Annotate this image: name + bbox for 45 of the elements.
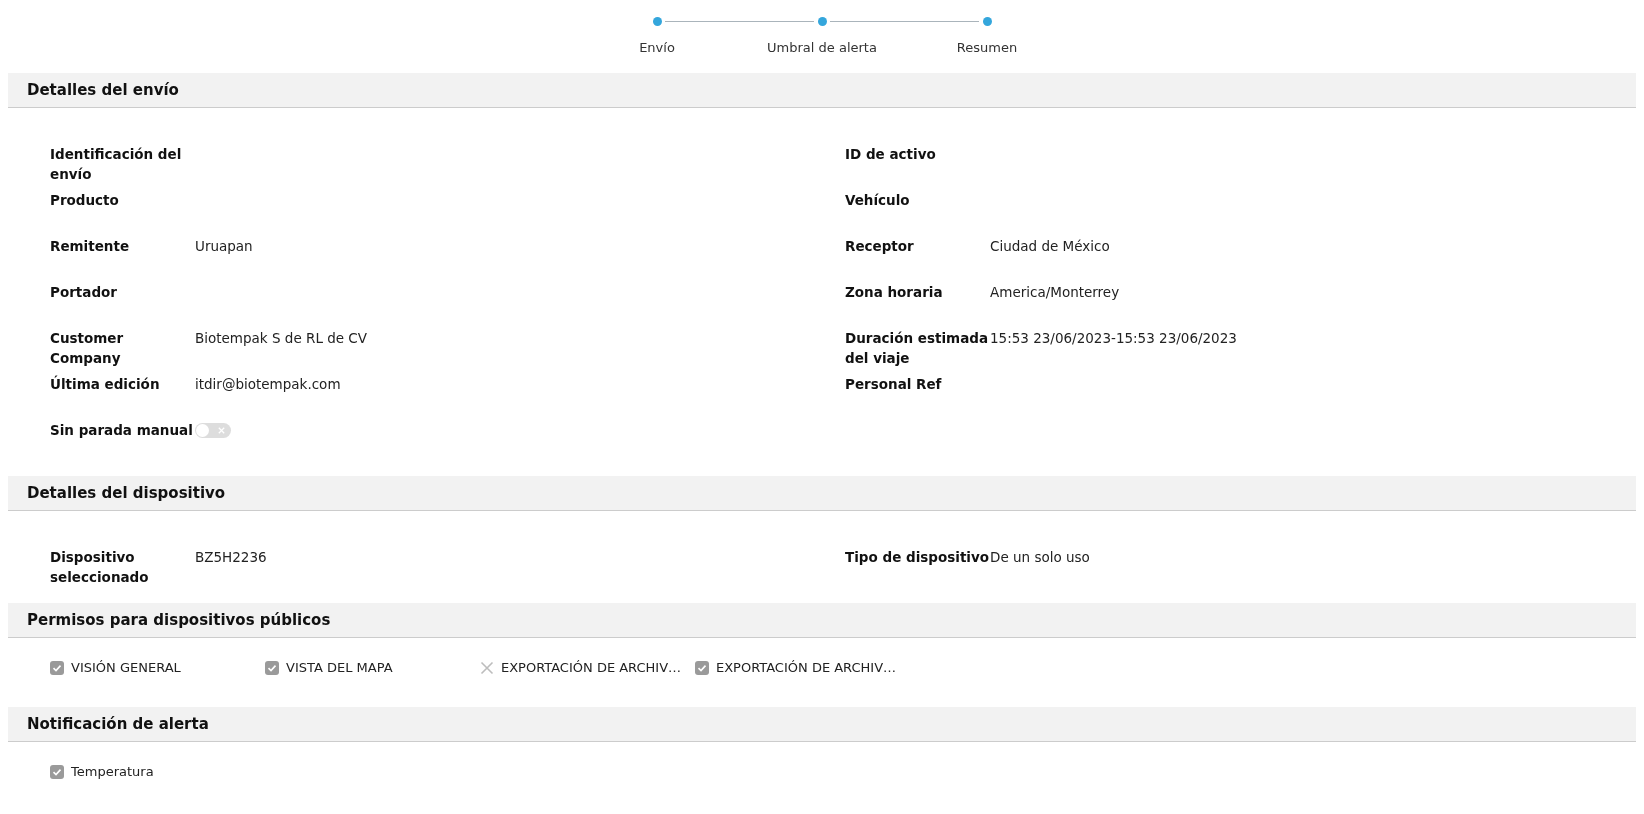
step-dot — [817, 16, 827, 26]
permission-label: Temperatura — [71, 764, 154, 779]
field-label: Zona horaria — [845, 283, 944, 302]
field-label: Producto — [50, 191, 120, 210]
checkbox-checked-icon[interactable] — [50, 764, 64, 779]
field-label: Sin parada manual — [50, 421, 194, 440]
field-value: 15:53 23/06/2023-15:53 23/06/2023 — [990, 329, 1237, 348]
field-value: Biotempak S de RL de CV — [195, 329, 368, 348]
field-label: Customer Company — [50, 329, 125, 368]
field-label: Remitente — [50, 237, 131, 256]
field-label: Receptor — [845, 237, 915, 256]
cross-icon — [217, 426, 226, 435]
checkbox-checked-icon[interactable] — [695, 660, 709, 675]
field-value: America/Monterrey — [990, 283, 1120, 302]
field-label: Identificación del envío — [50, 145, 183, 184]
field-label: Última edición — [50, 374, 161, 394]
section-title: Detalles del dispositivo — [27, 484, 226, 502]
checkbox-checked-icon[interactable] — [265, 660, 279, 675]
field-value: BZ5H2236 — [195, 548, 267, 567]
field-label: ID de activo — [845, 145, 937, 164]
permission-label: EXPORTACIÓN DE ARCHIV… — [716, 660, 897, 675]
permission-label: VISTA DEL MAPA — [286, 660, 393, 675]
step-label[interactable]: Umbral de alerta — [767, 40, 877, 55]
field-value: itdir@biotempak.com — [195, 375, 341, 394]
field-label: Portador — [50, 283, 118, 302]
section-title: Detalles del envío — [27, 81, 179, 99]
field-label: Dispositivo seleccionado — [50, 548, 150, 587]
toggle-switch[interactable] — [195, 423, 231, 438]
field-label: Tipo de dispositivo — [845, 548, 990, 567]
section-title: Permisos para dispositivos públicos — [27, 611, 331, 629]
step-dot — [982, 16, 992, 26]
section-title: Notificación de alerta — [27, 715, 209, 733]
field-label: Duración estimada del viaje — [845, 329, 990, 368]
field-value: De un solo uso — [990, 548, 1090, 567]
permission-label: VISIÓN GENERAL — [71, 660, 181, 675]
step-dot — [652, 16, 662, 26]
field-value: Ciudad de México — [990, 237, 1110, 256]
step-label[interactable]: Envío — [639, 40, 675, 55]
field-value: Uruapan — [195, 237, 253, 256]
step-label[interactable]: Resumen — [956, 40, 1018, 55]
checkbox-checked-icon[interactable] — [50, 660, 64, 675]
permission-label: EXPORTACIÓN DE ARCHIV… — [501, 660, 682, 675]
field-label: Vehículo — [845, 191, 911, 210]
cross-icon[interactable] — [480, 660, 494, 675]
field-label: Personal Ref — [845, 375, 943, 394]
